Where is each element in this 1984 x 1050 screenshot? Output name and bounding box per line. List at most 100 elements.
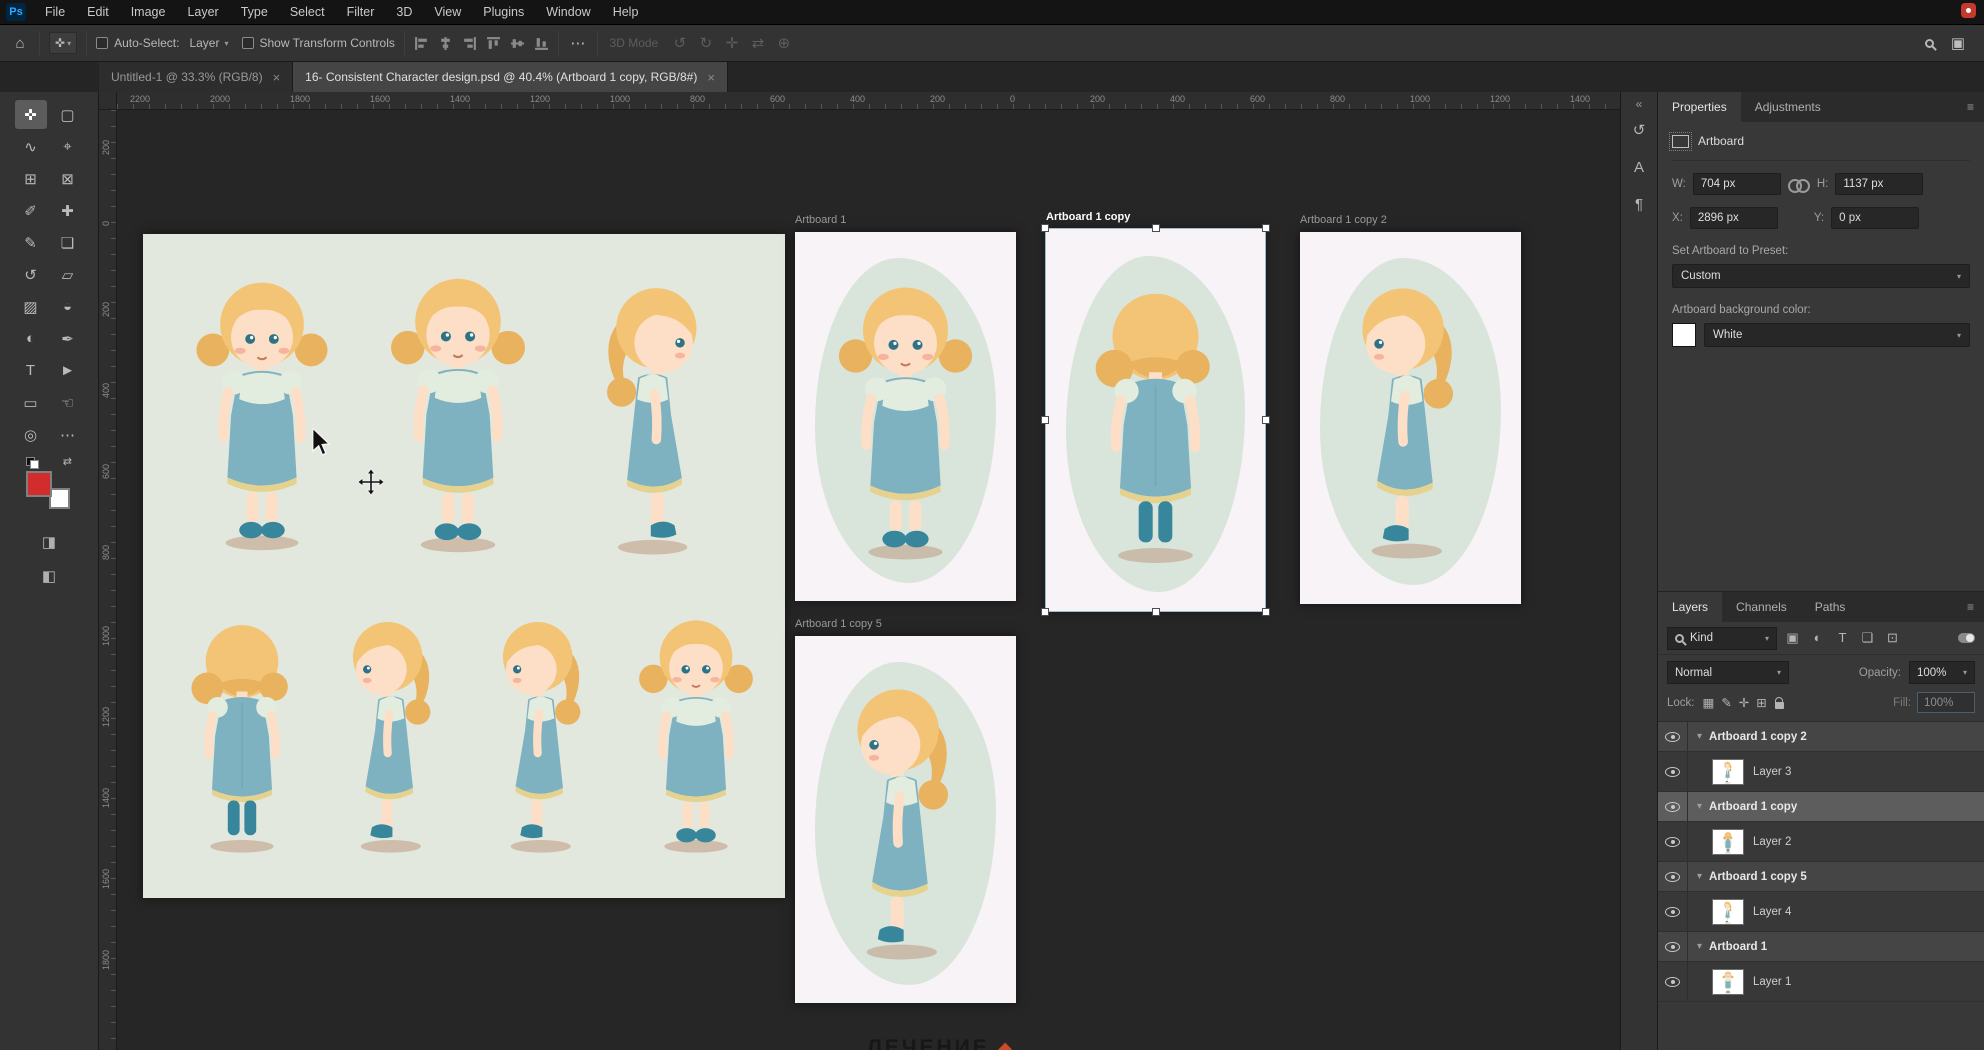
lock-image-pixels-icon[interactable]: ✎ [1721,695,1731,710]
visibility-toggle[interactable] [1658,822,1688,861]
layer-row-artboard[interactable]: ▾Artboard 1 copy 5 [1658,862,1984,892]
chevron-down-icon[interactable]: ▾ [1697,941,1702,952]
width-field[interactable]: 704 px [1693,173,1781,195]
align-bottom-edges-icon[interactable] [534,36,549,51]
selection-handle[interactable] [1262,224,1270,232]
visibility-toggle[interactable] [1658,722,1688,751]
selection-handle[interactable] [1152,224,1160,232]
layer-row-artboard[interactable]: ▾Artboard 1 copy 2 [1658,722,1984,752]
visibility-toggle[interactable] [1658,752,1688,791]
zoom-tool[interactable]: ◎ [15,420,47,449]
edit-toolbar-icon[interactable]: ⋯ [52,420,84,449]
document-tab-untitled[interactable]: Untitled-1 @ 33.3% (RGB/8) × [99,62,293,92]
selection-handle[interactable] [1041,608,1049,616]
ruler-origin-corner[interactable] [99,92,117,110]
hand-tool[interactable]: ☜ [52,388,84,417]
search-icon[interactable] [1925,39,1934,48]
y-field[interactable]: 0 px [1831,207,1919,229]
selection-handle[interactable] [1041,224,1049,232]
menu-item-window[interactable]: Window [535,0,601,24]
align-vertical-centers-icon[interactable] [510,36,525,51]
layer-row-artboard[interactable]: ▾Artboard 1 [1658,932,1984,962]
x-field[interactable]: 2896 px [1690,207,1778,229]
lock-artboard-icon[interactable]: ⊞ [1756,695,1766,710]
auto-select-checkbox[interactable] [96,37,108,49]
tab-properties[interactable]: Properties [1658,92,1741,122]
chevron-down-icon[interactable]: ▾ [1697,731,1702,742]
lasso-tool[interactable]: ∿ [15,132,47,161]
filter-smart-objects-icon[interactable]: ⊡ [1884,630,1901,646]
artboard-label-artboard-1-copy-2[interactable]: Artboard 1 copy 2 [1300,214,1387,226]
visibility-toggle[interactable] [1658,792,1688,821]
ruler-left[interactable]: 200020040060080010001200140016001800 [99,110,117,1050]
eyedropper-tool[interactable]: ✐ [15,196,47,225]
height-field[interactable]: 1137 px [1835,173,1923,195]
fill-field[interactable]: 100% [1917,692,1975,713]
layer-row[interactable]: Layer 4 [1658,892,1984,932]
align-right-edges-icon[interactable] [462,36,477,51]
blend-mode-select[interactable]: Normal ▾ [1667,661,1789,684]
layer-row[interactable]: Layer 2 [1658,822,1984,862]
default-colors-icon[interactable] [26,457,39,468]
path-selection-tool[interactable]: ► [52,356,84,385]
close-icon[interactable]: × [273,70,281,85]
artboard-background-select[interactable]: White ▾ [1704,323,1970,347]
link-dimensions-icon[interactable] [1788,178,1810,190]
expand-panels-icon[interactable]: « [1621,92,1657,121]
visibility-toggle[interactable] [1658,862,1688,891]
quick-mask-icon[interactable]: ◨ [42,533,56,551]
artboard-reference-sheet[interactable] [143,234,785,898]
lock-all-icon[interactable] [1775,702,1784,709]
document-canvas[interactable]: Artboard 1 Artboard 1 copy Artboard 1 co… [117,110,1620,1050]
foreground-color-swatch[interactable] [26,471,52,497]
spot-healing-brush-tool[interactable]: ✚ [52,196,84,225]
tab-channels[interactable]: Channels [1722,592,1801,622]
artboard-label-artboard-1[interactable]: Artboard 1 [795,214,846,226]
eraser-tool[interactable]: ▱ [52,260,84,289]
selection-handle[interactable] [1041,416,1049,424]
type-tool[interactable]: T [15,356,47,385]
document-tab-character-design[interactable]: 16- Consistent Character design.psd @ 40… [293,62,728,92]
align-horizontal-centers-icon[interactable] [438,36,453,51]
menu-item-layer[interactable]: Layer [176,0,229,24]
chevron-down-icon[interactable]: ▾ [1697,871,1702,882]
workspace-switcher-icon[interactable]: ▣ [1948,34,1968,52]
object-selection-tool[interactable]: ⌖ [52,132,84,161]
selection-handle[interactable] [1262,416,1270,424]
artboard-label-artboard-1-copy[interactable]: Artboard 1 copy [1046,211,1130,223]
lock-transparent-pixels-icon[interactable]: ▦ [1703,695,1715,710]
panel-menu-icon[interactable]: ≡ [1957,592,1984,622]
brush-tool[interactable]: ✎ [15,228,47,257]
clone-stamp-tool[interactable]: ❏ [52,228,84,257]
crop-tool[interactable]: ⊞ [15,164,47,193]
menu-item-3d[interactable]: 3D [385,0,423,24]
menu-item-select[interactable]: Select [279,0,336,24]
artboard-background-swatch[interactable] [1672,323,1696,347]
menu-item-help[interactable]: Help [602,0,650,24]
menu-item-edit[interactable]: Edit [76,0,120,24]
rectangular-marquee-tool[interactable]: ▢ [52,100,84,129]
history-panel-icon[interactable]: ↺ [1633,121,1646,139]
dodge-tool[interactable]: ◐ [15,324,47,353]
menu-item-image[interactable]: Image [120,0,177,24]
chevron-down-icon[interactable]: ▾ [1697,801,1702,812]
artboard-1-copy-5[interactable] [795,636,1016,1003]
home-icon[interactable]: ⌂ [10,35,30,52]
layer-row[interactable]: Layer 1 [1658,962,1984,1002]
character-panel-icon[interactable]: A [1634,159,1644,176]
tab-paths[interactable]: Paths [1801,592,1860,622]
move-tool[interactable]: ✜ [15,100,47,129]
frame-tool[interactable]: ⊠ [52,164,84,193]
layer-row[interactable]: Layer 3 [1658,752,1984,792]
filter-kind-select[interactable]: Kind ▾ [1667,627,1777,650]
lock-position-icon[interactable]: ✛ [1739,695,1749,710]
layer-filter-toggle[interactable] [1958,633,1975,643]
artboard-1-copy[interactable] [1046,229,1265,611]
rectangle-tool[interactable]: ▭ [15,388,47,417]
menu-item-filter[interactable]: Filter [336,0,386,24]
align-top-edges-icon[interactable] [486,36,501,51]
blur-tool[interactable]: ◒ [52,292,84,321]
artboard-1-copy-2[interactable] [1300,232,1521,604]
menu-item-file[interactable]: File [34,0,76,24]
ruler-top[interactable]: 2200200018001600140012001000800600400200… [117,92,1620,110]
